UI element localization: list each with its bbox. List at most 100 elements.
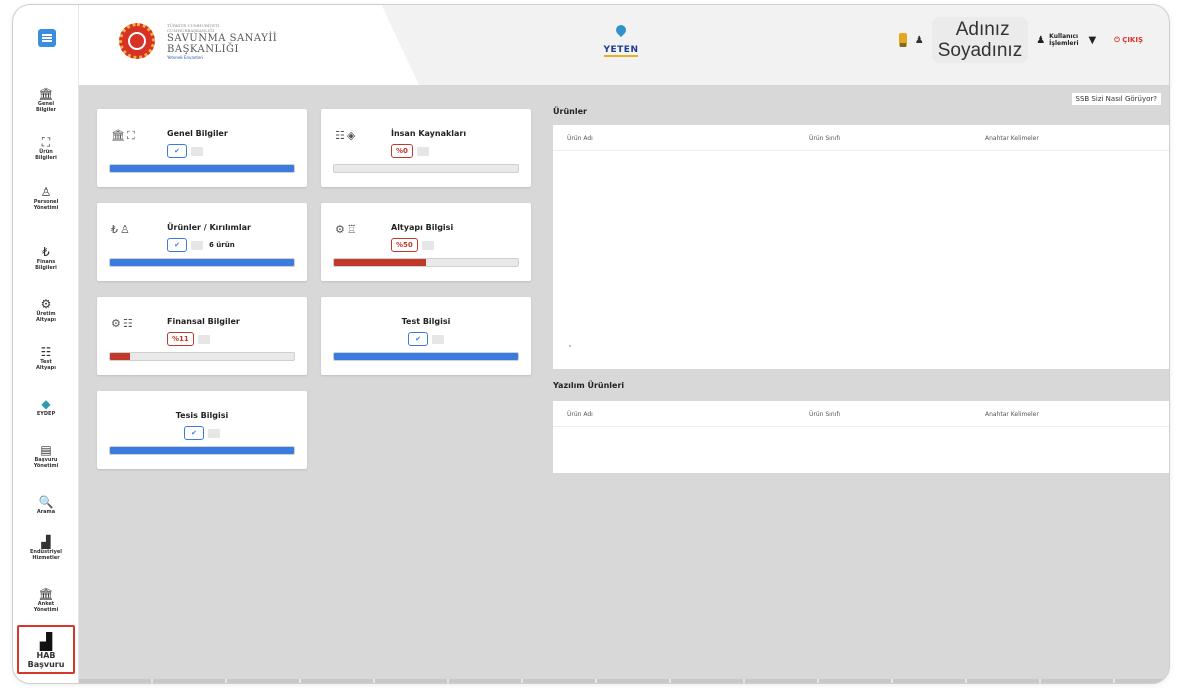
column-header[interactable]: Anahtar Kelimeler: [985, 411, 1039, 418]
card-insan-kaynaklari[interactable]: ☷◈ İnsan Kaynakları %0: [321, 109, 531, 187]
card-title: Tesis Bilgisi: [175, 411, 229, 420]
percent-badge: %50: [391, 238, 418, 252]
sidebar-item-anket-yonetimi[interactable]: 🏛 Anket Yönetimi: [13, 587, 79, 613]
lira-icon: ₺: [42, 245, 50, 259]
checkbox[interactable]: [208, 428, 220, 438]
user-name: Adınız Soyadınız: [931, 17, 1029, 63]
logout-label: ÇIKIŞ: [1122, 35, 1143, 44]
product-count: 6 ürün: [209, 241, 235, 249]
progress-bar: [333, 164, 519, 173]
ssb-seal-icon: [119, 23, 155, 59]
sidebar-item-basvuru-yonetimi[interactable]: ▤ Başvuru Yönetimi: [13, 443, 79, 469]
progress-fill: [110, 353, 131, 360]
top-header: TÜRKİYE CUMHURİYETİ CUMHURBAŞKANLIĞI SAV…: [79, 5, 1169, 85]
sidebar-item-label: Altyapı: [36, 365, 56, 371]
progress-bar: [109, 446, 295, 455]
sidebar-item-label: Arama: [36, 509, 56, 515]
user-first-name: Adınız: [955, 19, 1010, 40]
check-badge: ✔: [167, 238, 187, 252]
software-products-table: Ürün Adı Ürün Sınıfı Anahtar Kelimeler: [553, 401, 1169, 473]
progress-bar: [109, 352, 295, 361]
forms-icon: ▤: [40, 443, 52, 457]
cube-icon: ◆: [41, 397, 51, 411]
checkbox[interactable]: [421, 240, 434, 250]
card-tesis-bilgisi[interactable]: Tesis Bilgisi ✔: [97, 391, 307, 469]
column-header[interactable]: Ürün Sınıfı: [809, 411, 840, 418]
logout-button[interactable]: ⏻ ÇIKIŞ: [1114, 36, 1143, 45]
survey-icon: 🏛: [38, 587, 54, 601]
empty-row-marker: [569, 345, 571, 347]
sidebar-item-finans-bilgileri[interactable]: ₺ Finans Bilgileri: [13, 245, 79, 271]
infrastructure-icon: ⚙♖: [335, 223, 359, 236]
check-badge: ✔: [408, 332, 428, 346]
check-badge: ✔: [167, 144, 187, 158]
progress-fill: [110, 165, 294, 172]
sidebar-item-label: HAB: [36, 651, 56, 660]
card-urunler-kirilimlar[interactable]: ₺♙ Ürünler / Kırılımlar ✔ 6 ürün: [97, 203, 307, 281]
percent-badge: %11: [167, 332, 194, 346]
card-altyapi-bilgisi[interactable]: ⚙♖ Altyapı Bilgisi %50: [321, 203, 531, 281]
user-last-name: Soyadınız: [937, 40, 1023, 61]
column-header[interactable]: Anahtar Kelimeler: [985, 135, 1039, 142]
sidebar-item-endustriyel-hizmetler[interactable]: ▟ Endüstriyel Hizmetler: [13, 535, 79, 561]
sidebar-item-label: Yönetimi: [33, 463, 59, 469]
sidebar: 🏛 Genel Bilgiler ⛶ Ürün Bilgileri ♙ Pers…: [13, 5, 79, 683]
checkbox[interactable]: [432, 334, 444, 344]
building-icon: 🏛: [38, 87, 54, 101]
header-user-area: ♟ Adınız Soyadınız ♟ Kullanıcı İşlemleri…: [898, 17, 1143, 63]
factory-icon: ▟: [39, 632, 53, 651]
checkbox[interactable]: [416, 146, 429, 156]
card-genel-bilgiler[interactable]: 🏛⛶ Genel Bilgiler ✔: [97, 109, 307, 187]
products-table-header: Ürün Adı Ürün Sınıfı Anahtar Kelimeler: [553, 125, 1169, 151]
sidebar-item-eydep[interactable]: ◆ EYDEP: [13, 397, 79, 417]
user-operations-menu[interactable]: ♟ Kullanıcı İşlemleri ▼: [1036, 33, 1096, 47]
card-finansal-bilgiler[interactable]: ⚙☷ Finansal Bilgiler %11: [97, 297, 307, 375]
progress-fill: [110, 447, 294, 454]
ssb-logo-panel[interactable]: TÜRKİYE CUMHURİYETİ CUMHURBAŞKANLIĞI SAV…: [79, 5, 419, 85]
checkbox[interactable]: [197, 334, 210, 344]
sidebar-item-label: Bilgiler: [35, 107, 57, 113]
sidebar-item-personel-yonetimi[interactable]: ♙ Personel Yönetimi: [13, 185, 79, 211]
person-icon: ♟: [914, 34, 924, 46]
products-section-title: Ürünler: [553, 107, 587, 116]
caret-down-icon: ▼: [1088, 34, 1097, 46]
card-test-bilgisi[interactable]: Test Bilgisi ✔: [321, 297, 531, 375]
card-status: ✔: [167, 144, 203, 158]
building-box-icon: 🏛⛶: [111, 129, 137, 142]
feedback-link[interactable]: SSB Sizi Nasıl Görüyor?: [1071, 93, 1161, 105]
sidebar-item-label: Altyapı: [36, 317, 56, 323]
card-title: İnsan Kaynakları: [391, 129, 467, 138]
medal-icon[interactable]: [898, 33, 907, 47]
sidebar-item-uretim-altyapi[interactable]: ⚙ Üretim Altyapı: [13, 297, 79, 323]
card-title: Altyapı Bilgisi: [391, 223, 454, 232]
column-header[interactable]: Ürün Adı: [567, 135, 593, 142]
sidebar-item-label: Hizmetler: [32, 555, 60, 561]
sidebar-item-genel-bilgiler[interactable]: 🏛 Genel Bilgiler: [13, 87, 79, 113]
lira-personnel-icon: ₺♙: [111, 223, 132, 236]
yeten-logo[interactable]: YETEN: [599, 22, 643, 57]
sidebar-item-label: Bilgileri: [35, 265, 57, 271]
card-status: ✔: [97, 426, 307, 440]
card-status: ✔: [321, 332, 531, 346]
column-header[interactable]: Ürün Adı: [567, 411, 593, 418]
sidebar-item-test-altyapi[interactable]: ☷ Test Altyapı: [13, 345, 79, 371]
sidebar-item-arama[interactable]: 🔍 Arama: [13, 495, 79, 515]
software-products-table-header: Ürün Adı Ürün Sınıfı Anahtar Kelimeler: [553, 401, 1169, 427]
column-header[interactable]: Ürün Sınıfı: [809, 135, 840, 142]
sidebar-item-label: Yönetimi: [33, 607, 59, 613]
yeten-drop-icon: [613, 22, 629, 38]
power-icon: ⏻: [1114, 35, 1120, 44]
sidebar-item-urun-bilgileri[interactable]: ⛶ Ürün Bilgileri: [13, 135, 79, 161]
progress-fill: [334, 259, 426, 266]
sidebar-item-hab-basvuru[interactable]: ▟ HAB Başvuru: [17, 625, 75, 674]
hr-icon: ☷◈: [335, 129, 358, 142]
list-icon: ☷: [40, 345, 52, 359]
logo-subtitle: Yetenek Envanteri: [167, 55, 204, 60]
hamburger-menu-button[interactable]: [38, 29, 56, 47]
bottom-scroll-strip: [79, 679, 1169, 683]
checkbox[interactable]: [191, 240, 203, 250]
software-products-section-title: Yazılım Ürünleri: [553, 381, 625, 390]
progress-fill: [110, 259, 294, 266]
checkbox[interactable]: [191, 146, 203, 156]
card-status: %50: [391, 238, 434, 252]
